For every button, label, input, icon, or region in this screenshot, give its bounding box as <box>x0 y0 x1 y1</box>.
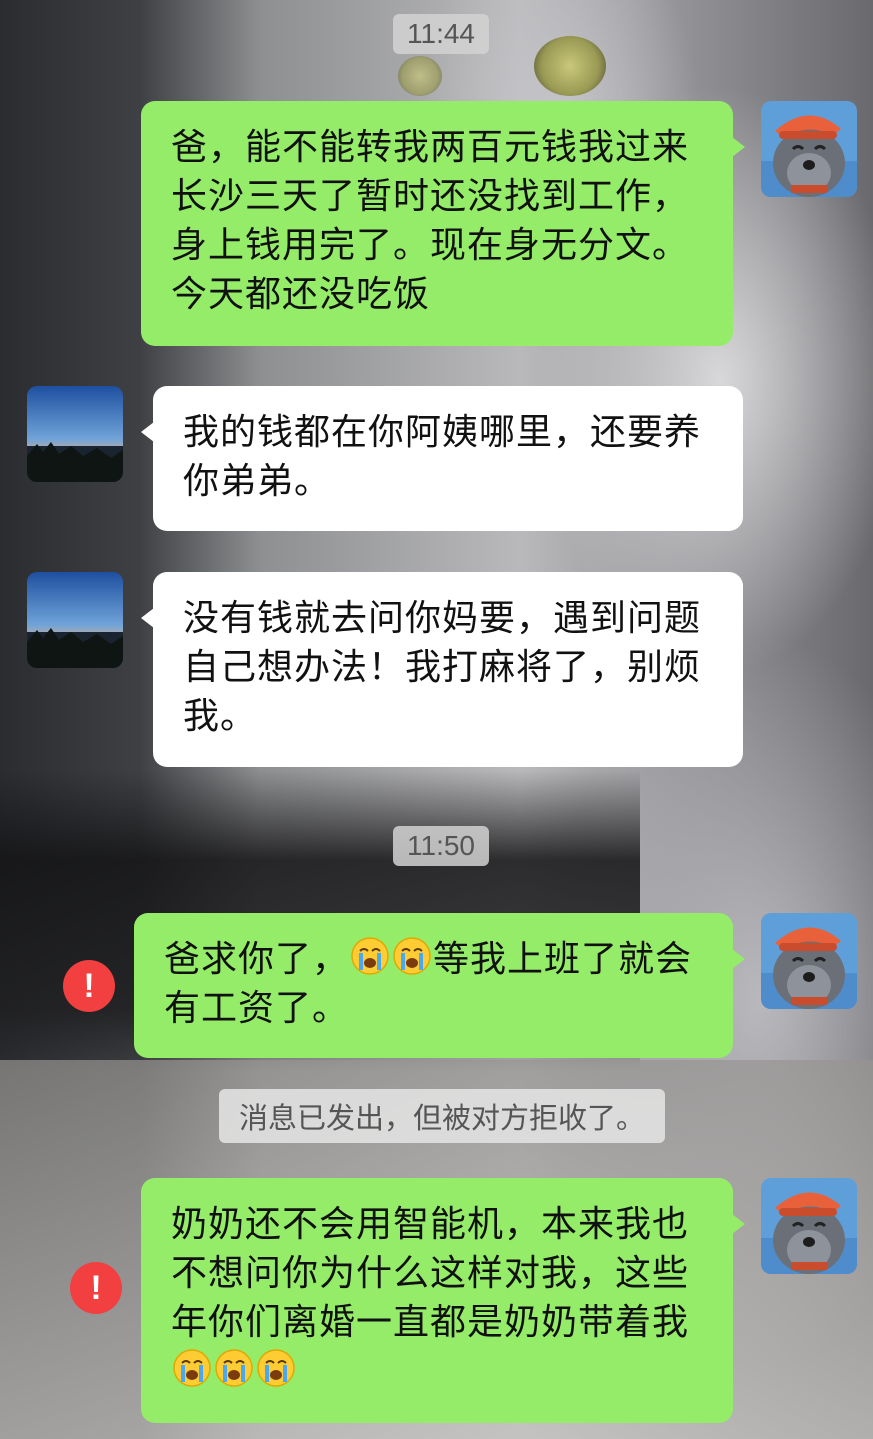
message-bubble-sent[interactable]: 奶奶还不会用智能机，本来我也不想问你为什么这样对我，这些年你们离婚一直都是奶奶带… <box>141 1178 745 1423</box>
my-avatar[interactable] <box>761 101 857 197</box>
message-text: 我的钱都在你阿姨哪里，还要养你弟弟。 <box>183 412 702 502</box>
background-cat-eye <box>398 56 442 96</box>
bubble-tail <box>141 608 154 628</box>
dad-avatar[interactable] <box>27 386 123 482</box>
message-text-part: 爸求你了， <box>164 939 350 980</box>
message-text: 爸求你了， 等我上班了就会有工资了。 <box>164 935 707 1033</box>
crying-face-icon <box>393 937 431 975</box>
timestamp: 11:44 <box>393 14 489 54</box>
message-bubble-received[interactable]: 没有钱就去问你妈要，遇到问题自己想办法！我打麻将了，别烦我。 <box>141 572 743 767</box>
gray-wolf-icon <box>761 1178 857 1274</box>
sunset-landscape-icon <box>27 386 123 482</box>
message-text: 爸，能不能转我两百元钱我过来长沙三天了暂时还没找到工作，身上钱用完了。现在身无分… <box>171 127 690 315</box>
bubble-tail <box>732 137 745 157</box>
dad-avatar[interactable] <box>27 572 123 668</box>
crying-face-icon <box>173 1349 211 1387</box>
message-bubble-received[interactable]: 我的钱都在你阿姨哪里，还要养你弟弟。 <box>141 386 743 531</box>
gray-wolf-icon <box>761 913 857 1009</box>
my-avatar[interactable] <box>761 1178 857 1274</box>
rejected-notice: 消息已发出，但被对方拒收了。 <box>218 1089 666 1143</box>
bubble-tail <box>141 422 154 442</box>
message-text: 没有钱就去问你妈要，遇到问题自己想办法！我打麻将了，别烦我。 <box>183 598 702 737</box>
my-avatar[interactable] <box>761 913 857 1009</box>
background-cat-eye <box>534 36 606 96</box>
bubble-tail <box>732 949 745 969</box>
gray-wolf-icon <box>761 101 857 197</box>
exclamation-icon[interactable]: ! <box>70 1262 122 1314</box>
timestamp: 11:50 <box>393 826 489 866</box>
exclamation-icon[interactable]: ! <box>63 960 115 1012</box>
message-bubble-sent[interactable]: 爸，能不能转我两百元钱我过来长沙三天了暂时还没找到工作，身上钱用完了。现在身无分… <box>141 101 745 346</box>
sunset-landscape-icon <box>27 572 123 668</box>
message-text: 奶奶还不会用智能机，本来我也不想问你为什么这样对我，这些年你们离婚一直都是奶奶带… <box>171 1200 707 1396</box>
bubble-tail <box>732 1214 745 1234</box>
message-bubble-sent[interactable]: 爸求你了， 等我上班了就会有工资了。 <box>134 913 745 1058</box>
crying-face-icon <box>257 1349 295 1387</box>
crying-face-icon <box>351 937 389 975</box>
message-text-part: 奶奶还不会用智能机，本来我也不想问你为什么这样对我，这些年你们离婚一直都是奶奶带… <box>171 1204 690 1343</box>
crying-face-icon <box>215 1349 253 1387</box>
